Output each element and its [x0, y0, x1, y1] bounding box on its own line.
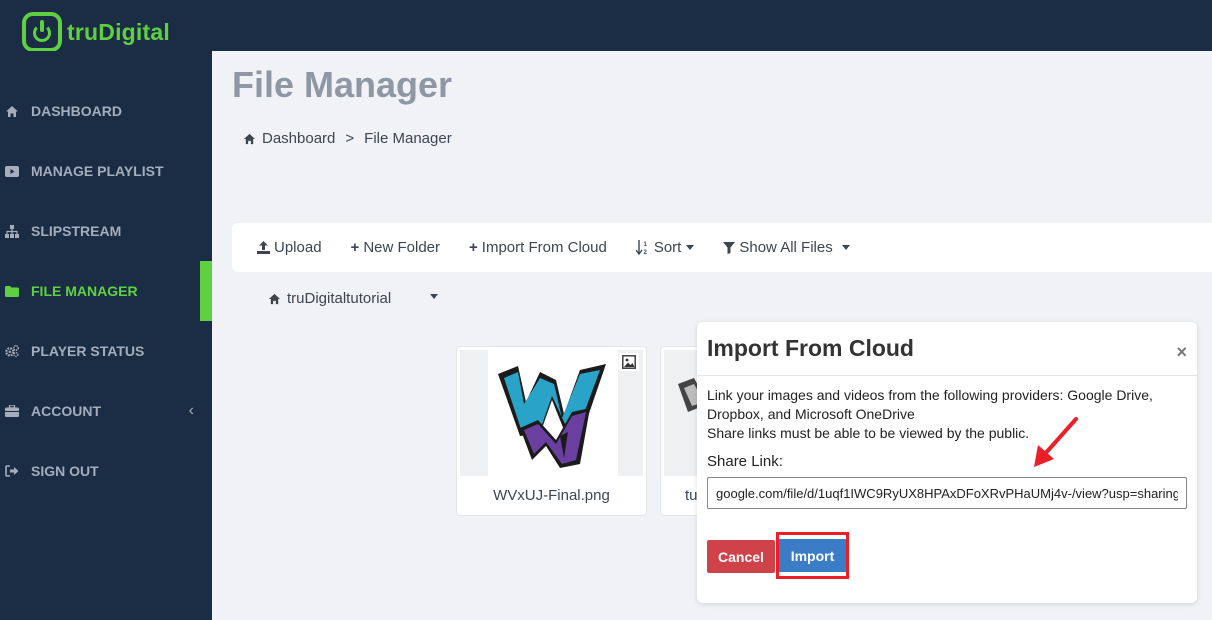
- folder-selector[interactable]: truDigitaltutorial: [268, 290, 438, 307]
- show-all-files-dropdown[interactable]: Show All Files: [723, 239, 850, 256]
- upload-label: Upload: [274, 239, 322, 256]
- modal-title: Import From Cloud: [707, 335, 914, 361]
- home-icon: [243, 133, 256, 145]
- home-icon: [5, 105, 19, 118]
- sort-label: Sort: [653, 239, 682, 256]
- sidebar-item-sign-out[interactable]: SIGN OUT: [0, 441, 212, 501]
- play-icon: [5, 165, 19, 177]
- sidebar-item-label: MANAGE PLAYLIST: [31, 163, 164, 179]
- sort-icon: 12: [635, 240, 650, 255]
- breadcrumb-dashboard-link[interactable]: Dashboard: [262, 130, 335, 147]
- close-icon[interactable]: ×: [1176, 342, 1187, 363]
- sidebar-item-dashboard[interactable]: DASHBOARD: [0, 81, 212, 141]
- wv-logo-image: [488, 350, 618, 476]
- modal-description-public-note: Share links must be able to be viewed by…: [707, 425, 1030, 441]
- sidebar-item-player-status[interactable]: PLAYER STATUS: [0, 321, 212, 381]
- sidebar-item-account[interactable]: ACCOUNT ‹: [0, 381, 212, 441]
- sidebar-item-label: FILE MANAGER: [31, 283, 138, 299]
- svg-text:1: 1: [643, 242, 647, 248]
- home-icon: [268, 293, 281, 305]
- modal-description: Link your images and videos from the fol…: [707, 386, 1187, 443]
- folder-name: truDigitaltutorial: [287, 290, 392, 307]
- red-arrow-annotation: [1034, 417, 1078, 467]
- sidebar: DASHBOARD MANAGE PLAYLIST SLIPSTREAM FIL…: [0, 51, 212, 620]
- caret-down-icon[interactable]: [430, 294, 438, 299]
- file-toolbar: Upload + New Folder + Import From Cloud …: [232, 223, 1212, 272]
- import-from-cloud-label: Import From Cloud: [481, 239, 607, 256]
- sidebar-item-label: SLIPSTREAM: [31, 223, 122, 239]
- svg-text:2: 2: [643, 250, 647, 255]
- show-all-files-label: Show All Files: [739, 239, 833, 256]
- sitemap-icon: [5, 224, 19, 238]
- file-card[interactable]: WVxUJ-Final.png: [456, 346, 647, 516]
- sidebar-item-file-manager[interactable]: FILE MANAGER: [0, 261, 212, 321]
- sidebar-item-label: ACCOUNT: [31, 403, 101, 419]
- filter-icon: [723, 241, 736, 254]
- brand-name: truDigital: [67, 18, 170, 45]
- briefcase-icon: [5, 405, 19, 417]
- page-title: File Manager: [232, 64, 453, 105]
- caret-down-icon: [686, 245, 695, 250]
- sort-dropdown[interactable]: 12 Sort: [635, 239, 695, 256]
- file-thumbnail: [460, 350, 643, 476]
- folder-icon: [5, 285, 19, 297]
- modal-divider: [697, 375, 1197, 376]
- new-folder-label: New Folder: [363, 239, 441, 256]
- cancel-button[interactable]: Cancel: [707, 540, 775, 573]
- modal-description-providers: Link your images and videos from the fol…: [707, 387, 1153, 422]
- brand-logo[interactable]: truDigital: [22, 12, 170, 52]
- breadcrumb-separator: >: [345, 130, 355, 147]
- caret-down-icon: [841, 245, 850, 250]
- import-button-highlight: [776, 532, 849, 579]
- breadcrumb-current: File Manager: [364, 130, 452, 147]
- breadcrumb: Dashboard > File Manager: [243, 130, 452, 147]
- import-from-cloud-button[interactable]: + Import From Cloud: [469, 239, 607, 256]
- sidebar-item-label: PLAYER STATUS: [31, 343, 145, 359]
- import-from-cloud-modal: Import From Cloud × Link your images and…: [697, 322, 1197, 603]
- share-link-label: Share Link:: [707, 453, 783, 470]
- sidebar-item-manage-playlist[interactable]: MANAGE PLAYLIST: [0, 141, 212, 201]
- image-type-icon: [619, 353, 639, 371]
- sidebar-item-label: DASHBOARD: [31, 103, 122, 119]
- upload-button[interactable]: Upload: [257, 239, 322, 256]
- sign-out-icon: [5, 465, 19, 477]
- chevron-left-icon[interactable]: ‹: [189, 402, 194, 420]
- power-logo-icon: [22, 12, 62, 52]
- plus-icon: +: [469, 239, 478, 256]
- sidebar-item-label: SIGN OUT: [31, 463, 99, 479]
- upload-icon: [257, 241, 270, 254]
- plus-icon: +: [350, 239, 360, 256]
- gears-icon: [5, 344, 19, 358]
- file-name: WVxUJ-Final.png: [493, 487, 610, 504]
- share-link-input[interactable]: [707, 477, 1187, 509]
- sidebar-item-slipstream[interactable]: SLIPSTREAM: [0, 201, 212, 261]
- new-folder-button[interactable]: + New Folder: [351, 239, 440, 256]
- top-bar: truDigital: [0, 0, 1212, 52]
